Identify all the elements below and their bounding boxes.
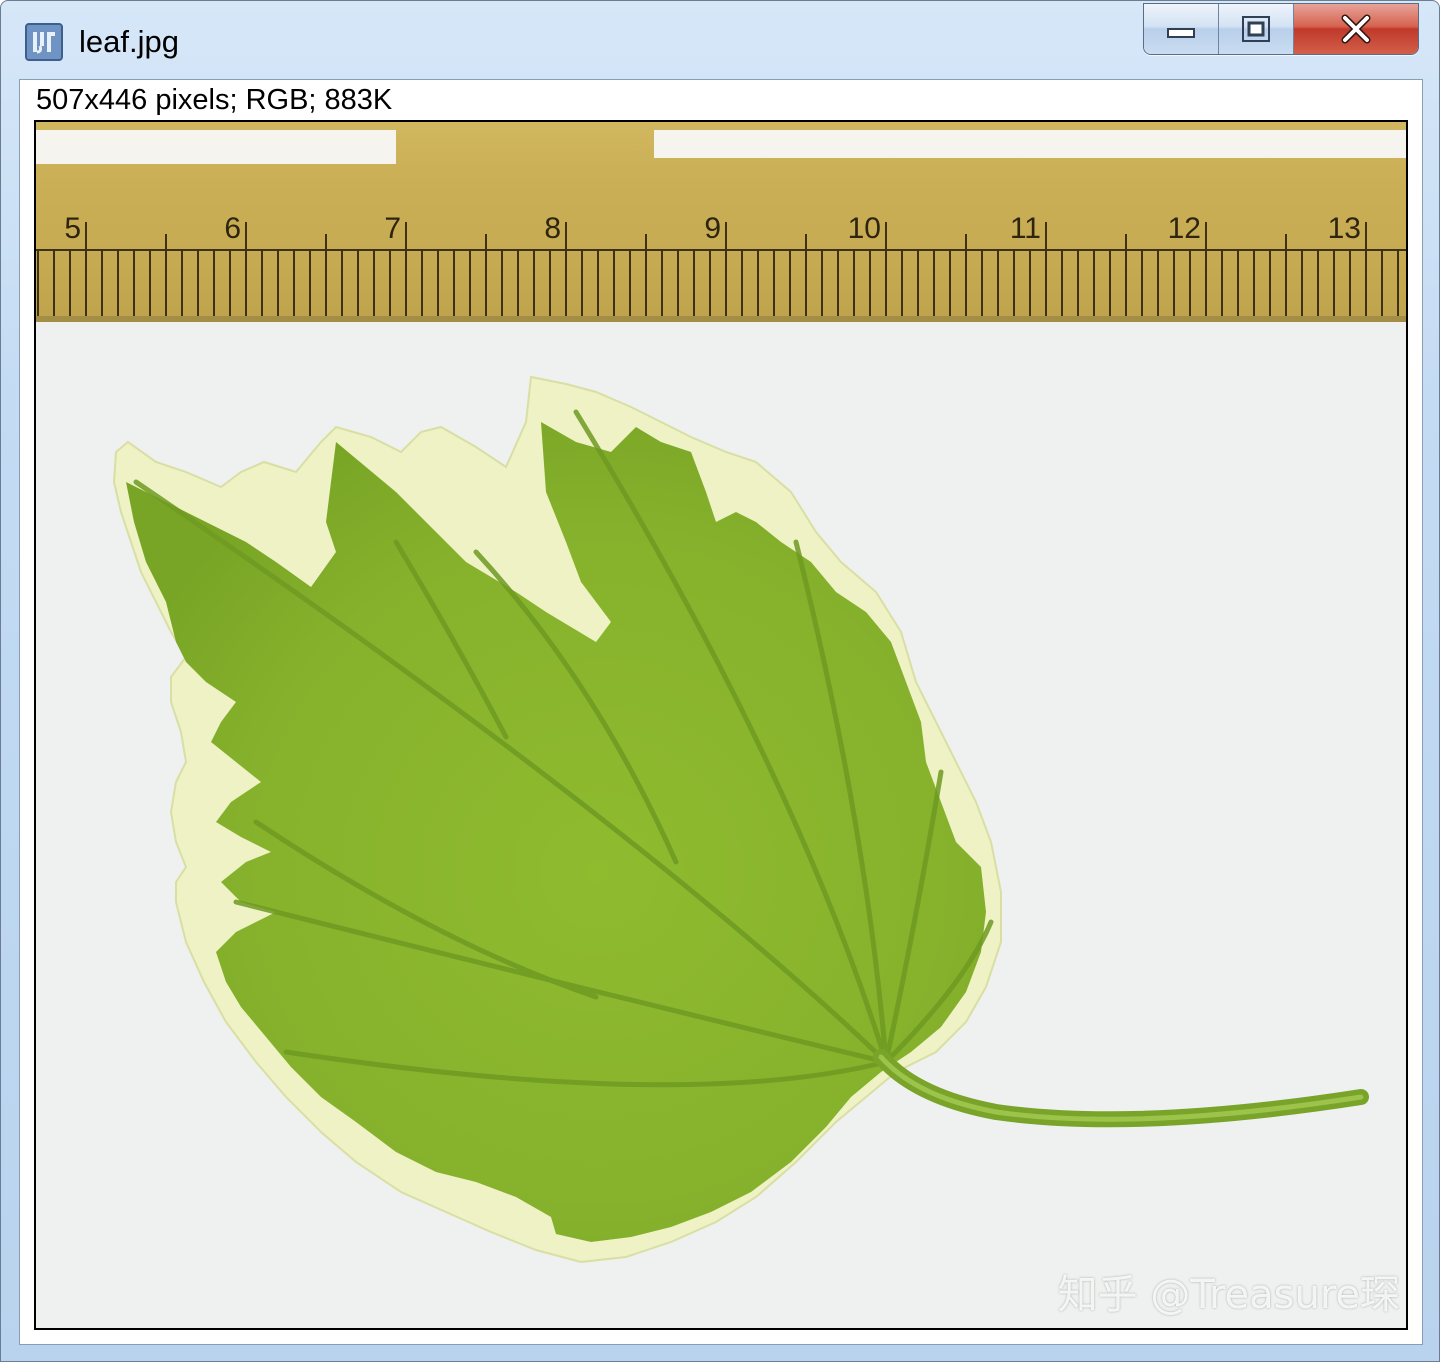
ruler-label: 10	[848, 212, 881, 245]
window-title: leaf.jpg	[79, 24, 179, 59]
image-info-text: 507x446 pixels; RGB; 883K	[36, 84, 393, 116]
image-canvas-area: 507x446 pixels; RGB; 883K 5 6 7 8 9 10 11 12 13	[19, 79, 1423, 1345]
close-icon	[1341, 14, 1371, 44]
minimize-icon	[1167, 28, 1195, 38]
ruler: 5 6 7 8 9 10 11 12 13	[36, 122, 1406, 322]
close-button[interactable]	[1294, 4, 1418, 54]
leaf-photo: 5 6 7 8 9 10 11 12 13	[36, 122, 1406, 1328]
minimize-button[interactable]	[1144, 4, 1219, 54]
ruler-label: 9	[704, 212, 721, 245]
maximize-icon	[1242, 16, 1270, 42]
window-controls	[1143, 3, 1419, 55]
title-bar[interactable]: leaf.jpg	[1, 1, 1439, 81]
ruler-label: 7	[384, 212, 401, 245]
watermark-text: 知乎 @Treasure琛	[1057, 1272, 1400, 1318]
ruler-label: 8	[544, 212, 561, 245]
maximize-button[interactable]	[1219, 4, 1294, 54]
ruler-label: 13	[1328, 212, 1361, 245]
ruler-label: 6	[224, 212, 241, 245]
ruler-label: 11	[1010, 212, 1041, 245]
image-window: leaf.jpg 507x446 pixels; RGB; 883K 5 6 7…	[0, 0, 1440, 1362]
ruler-label: 5	[64, 212, 81, 245]
imagej-icon	[25, 23, 63, 61]
ruler-label: 12	[1168, 212, 1201, 245]
image-display[interactable]: 5 6 7 8 9 10 11 12 13 知乎 @Treasure琛	[34, 120, 1408, 1330]
